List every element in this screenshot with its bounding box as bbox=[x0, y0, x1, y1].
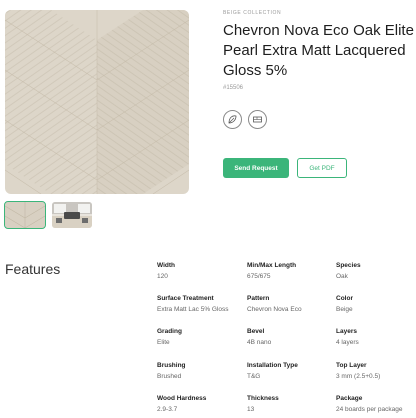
spec-value: 4 layers bbox=[336, 339, 359, 346]
spec-value: Extra Matt Lac 5% Gloss bbox=[157, 306, 229, 313]
spec-value: 3 mm (2.5+0.5) bbox=[336, 373, 381, 380]
spec-label: Width bbox=[157, 262, 175, 269]
spec-label: Pattern bbox=[247, 295, 270, 302]
product-sku: #15506 bbox=[223, 85, 244, 91]
spec-label: Package bbox=[336, 395, 363, 402]
spec-label: Top Layer bbox=[336, 362, 367, 369]
spec-item: Min/Max Length 675/675 bbox=[247, 262, 335, 280]
spec-item: Width 120 bbox=[157, 262, 245, 280]
spec-value: Oak bbox=[336, 273, 348, 280]
spec-item: Package 24 boards per package bbox=[336, 395, 416, 413]
spec-item: Thickness 13 bbox=[247, 395, 335, 413]
spec-value: Chevron Nova Eco bbox=[247, 306, 302, 313]
spec-value: 120 bbox=[157, 273, 168, 280]
spec-value: 675/675 bbox=[247, 273, 271, 280]
spec-item: Layers 4 layers bbox=[336, 328, 416, 346]
spec-item: Wood Hardness 2.9-3.7 bbox=[157, 395, 245, 413]
spec-label: Thickness bbox=[247, 395, 279, 402]
spec-item: Installation Type T&G bbox=[247, 362, 335, 380]
spec-label: Wood Hardness bbox=[157, 395, 207, 402]
spec-label: Brushing bbox=[157, 362, 186, 369]
spec-item: Brushing Brushed bbox=[157, 362, 245, 380]
spec-value: 2.9-3.7 bbox=[157, 406, 178, 413]
spec-label: Bevel bbox=[247, 328, 265, 335]
spec-value: 4B nano bbox=[247, 339, 272, 346]
thumbnail-interior[interactable] bbox=[52, 202, 92, 228]
spec-item: Top Layer 3 mm (2.5+0.5) bbox=[336, 362, 416, 380]
spec-value: T&G bbox=[247, 373, 261, 380]
spec-label: Layers bbox=[336, 328, 357, 335]
spec-label: Installation Type bbox=[247, 362, 298, 369]
spec-item: Pattern Chevron Nova Eco bbox=[247, 295, 335, 313]
features-heading: Features bbox=[5, 261, 61, 277]
floor-plank-icon bbox=[248, 110, 267, 129]
spec-label: Surface Treatment bbox=[157, 295, 214, 302]
spec-item: Surface Treatment Extra Matt Lac 5% Gloss bbox=[157, 295, 245, 313]
spec-value: Elite bbox=[157, 339, 170, 346]
product-main-image[interactable] bbox=[5, 10, 189, 194]
collection-label: BEIGE COLLECTION bbox=[223, 10, 282, 16]
thumbnail-chevron[interactable] bbox=[4, 201, 46, 229]
spec-item: Grading Elite bbox=[157, 328, 245, 346]
spec-value: 24 boards per package bbox=[336, 406, 403, 413]
product-title: Chevron Nova Eco Oak Elite Pearl Extra M… bbox=[223, 22, 414, 79]
spec-item: Species Oak bbox=[336, 262, 416, 280]
spec-item: Color Beige bbox=[336, 295, 416, 313]
spec-value: 13 bbox=[247, 406, 255, 413]
spec-label: Grading bbox=[157, 328, 182, 335]
spec-value: Brushed bbox=[157, 373, 182, 380]
spec-label: Min/Max Length bbox=[247, 262, 297, 269]
thumbnail-strip bbox=[4, 201, 92, 229]
spec-item: Bevel 4B nano bbox=[247, 328, 335, 346]
oak-leaf-icon bbox=[223, 110, 242, 129]
spec-value: Beige bbox=[336, 306, 353, 313]
spec-label: Species bbox=[336, 262, 361, 269]
feature-icons bbox=[223, 110, 267, 129]
get-pdf-button[interactable]: Get PDF bbox=[297, 158, 347, 178]
send-request-button[interactable]: Send Request bbox=[223, 158, 289, 178]
spec-label: Color bbox=[336, 295, 353, 302]
